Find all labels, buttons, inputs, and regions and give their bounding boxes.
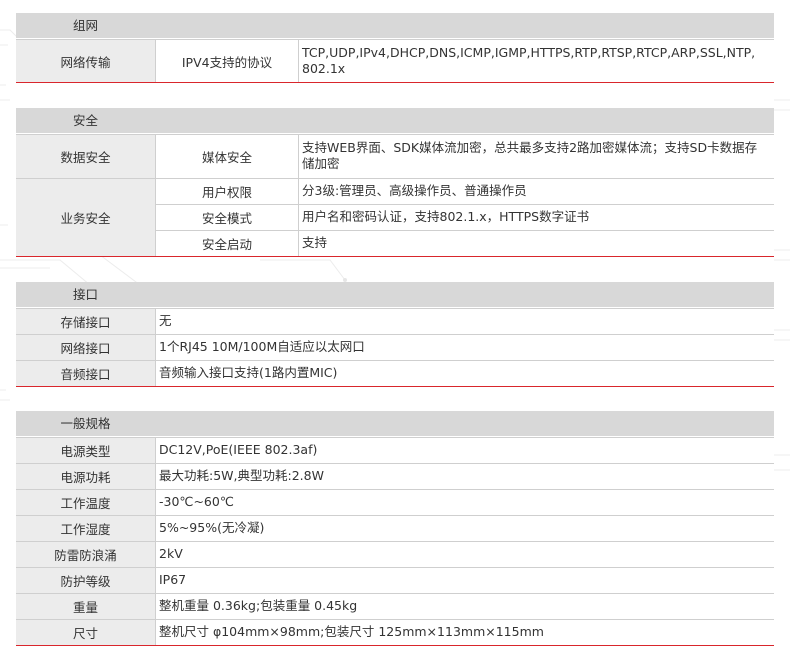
row-value: TCP,UDP,IPv4,DHCP,DNS,ICMP,IGMP,HTTPS,RT… xyxy=(302,44,756,76)
row-label: 业务安全 xyxy=(16,178,156,256)
table-row: 重量 整机重量 0.36kg;包装重量 0.45kg xyxy=(16,593,774,619)
row-value: 分3级:管理员、高级操作员、普通操作员 xyxy=(302,183,527,198)
table-row: 安全模式 用户名和密码认证，支持802.1.x，HTTPS数字证书 xyxy=(156,204,774,230)
row-sublabel: IPV4支持的协议 xyxy=(156,40,299,82)
row-sublabel: 用户权限 xyxy=(156,179,299,204)
table-row: 防护等级 IP67 xyxy=(16,567,774,593)
row-value: DC12V,PoE(IEEE 802.3af) xyxy=(159,442,318,457)
table-row: 用户权限 分3级:管理员、高级操作员、普通操作员 xyxy=(156,178,774,204)
row-label: 存储接口 xyxy=(16,309,156,334)
row-group: 业务安全 用户权限 分3级:管理员、高级操作员、普通操作员 安全模式 用户名和密… xyxy=(16,178,774,256)
row-sublabel: 媒体安全 xyxy=(156,135,299,178)
row-value: 音频输入接口支持(1路内置MIC) xyxy=(159,365,338,380)
section-title: 接口 xyxy=(72,287,98,302)
row-label: 网络传输 xyxy=(16,40,156,82)
sub-rows: 用户权限 分3级:管理员、高级操作员、普通操作员 安全模式 用户名和密码认证，支… xyxy=(156,178,774,256)
row-label: 数据安全 xyxy=(16,135,156,178)
row-label: 工作温度 xyxy=(16,490,156,515)
row-label: 防雷防浪涌 xyxy=(16,542,156,567)
row-value: 支持WEB界面、SDK媒体流加密，总共最多支持2路加密媒体流；支持SD卡数据存储… xyxy=(302,140,758,171)
table-row: 电源功耗 最大功耗:5W,典型功耗:2.8W xyxy=(16,463,774,489)
network-section: 组网 网络传输 IPV4支持的协议 TCP,UDP,IPv4,DHCP,DNS,… xyxy=(16,13,774,83)
table-row: 网络传输 IPV4支持的协议 TCP,UDP,IPv4,DHCP,DNS,ICM… xyxy=(16,39,774,82)
interface-section: 接口 存储接口 无 网络接口 1个RJ45 10M/100M自适应以太网口 音频… xyxy=(16,282,774,387)
table-row: 安全启动 支持 xyxy=(156,230,774,256)
row-value: 1个RJ45 10M/100M自适应以太网口 xyxy=(159,339,365,354)
row-sublabel: 安全启动 xyxy=(156,231,299,256)
table-row: 防雷防浪涌 2kV xyxy=(16,541,774,567)
row-label: 电源功耗 xyxy=(16,464,156,489)
row-value: 最大功耗:5W,典型功耗:2.8W xyxy=(159,468,324,483)
table-row: 尺寸 整机尺寸 φ104mm×98mm;包装尺寸 125mm×113mm×115… xyxy=(16,619,774,645)
table-row: 存储接口 无 xyxy=(16,308,774,334)
row-label: 工作湿度 xyxy=(16,516,156,541)
section-header: 组网 xyxy=(16,13,774,39)
section-title: 一般规格 xyxy=(60,416,111,431)
security-section: 安全 数据安全 媒体安全 支持WEB界面、SDK媒体流加密，总共最多支持2路加密… xyxy=(16,108,774,257)
row-value: 整机尺寸 φ104mm×98mm;包装尺寸 125mm×113mm×115mm xyxy=(159,624,544,639)
row-label: 电源类型 xyxy=(16,438,156,463)
row-value: 整机重量 0.36kg;包装重量 0.45kg xyxy=(159,598,358,613)
row-value: 支持 xyxy=(302,235,328,250)
table-row: 工作湿度 5%~95%(无冷凝) xyxy=(16,515,774,541)
section-title: 组网 xyxy=(72,18,98,33)
section-header: 接口 xyxy=(16,282,774,308)
row-label: 尺寸 xyxy=(16,620,156,645)
table-row: 数据安全 媒体安全 支持WEB界面、SDK媒体流加密，总共最多支持2路加密媒体流… xyxy=(16,134,774,178)
table-row: 电源类型 DC12V,PoE(IEEE 802.3af) xyxy=(16,437,774,463)
row-value: -30℃~60℃ xyxy=(159,494,234,509)
row-label: 音频接口 xyxy=(16,361,156,386)
row-value: 5%~95%(无冷凝) xyxy=(159,520,265,535)
table-row: 音频接口 音频输入接口支持(1路内置MIC) xyxy=(16,360,774,386)
row-label: 防护等级 xyxy=(16,568,156,593)
row-value: 2kV xyxy=(159,546,183,561)
section-title: 安全 xyxy=(72,113,98,128)
table-row: 工作温度 -30℃~60℃ xyxy=(16,489,774,515)
row-sublabel: 安全模式 xyxy=(156,205,299,230)
section-header: 一般规格 xyxy=(16,411,774,437)
row-value: 用户名和密码认证，支持802.1.x，HTTPS数字证书 xyxy=(302,209,590,224)
table-row: 网络接口 1个RJ45 10M/100M自适应以太网口 xyxy=(16,334,774,360)
section-header: 安全 xyxy=(16,108,774,134)
row-value: 无 xyxy=(159,313,172,328)
row-label: 网络接口 xyxy=(16,335,156,360)
general-section: 一般规格 电源类型 DC12V,PoE(IEEE 802.3af) 电源功耗 最… xyxy=(16,411,774,646)
row-value: IP67 xyxy=(159,572,187,587)
row-label: 重量 xyxy=(16,594,156,619)
